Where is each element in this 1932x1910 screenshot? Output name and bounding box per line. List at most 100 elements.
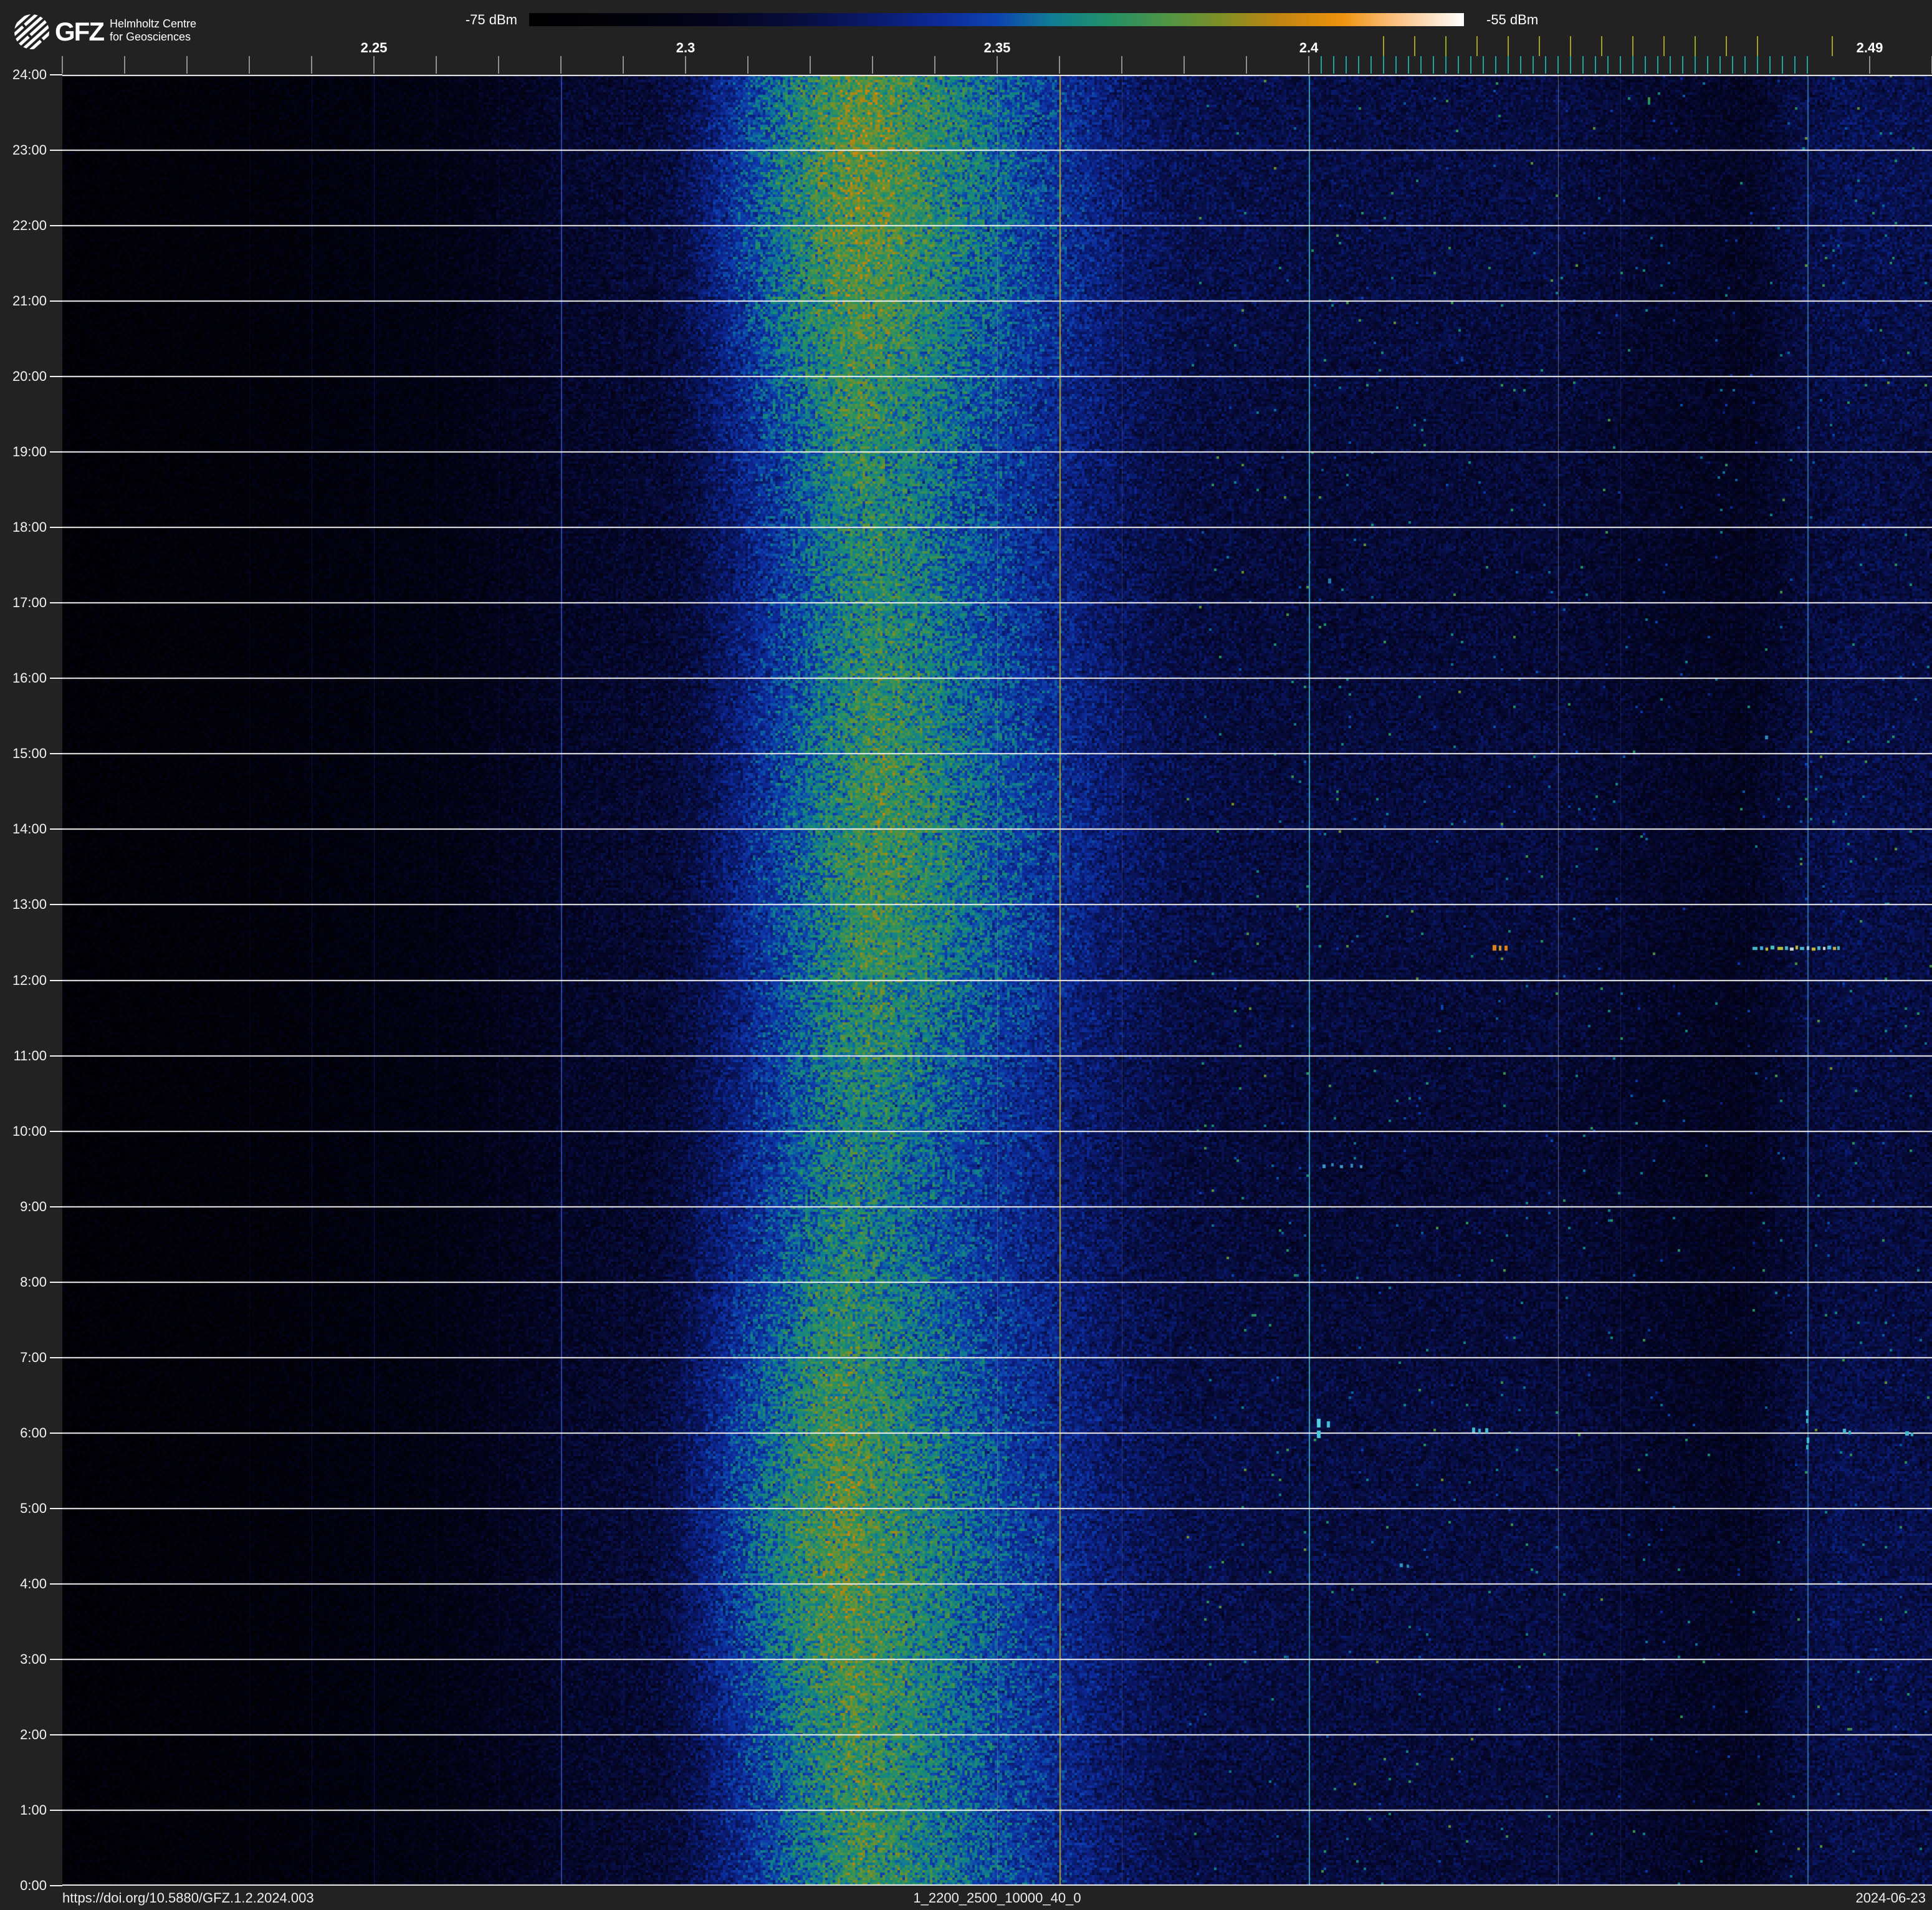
ble-channel-tick (1757, 56, 1758, 74)
freq-major-tick (934, 56, 935, 74)
gfz-wordmark: GFZ (55, 17, 105, 46)
ble-channel-tick (1782, 56, 1783, 74)
time-axis-label: 18:00 (12, 519, 47, 535)
ble-channel-tick (1620, 56, 1621, 74)
ble-channel-tick (1408, 56, 1409, 74)
wifi-channel-tick (1539, 36, 1540, 56)
date-label: 2024-06-23 (1855, 1890, 1926, 1906)
gfz-subtitle: Helmholtz Centre for Geosciences (110, 17, 196, 44)
freq-major-tick (311, 56, 312, 74)
ble-channel-tick (1433, 56, 1434, 74)
ble-channel-tick (1358, 56, 1359, 74)
ble-channel-tick (1545, 56, 1546, 74)
time-tick (50, 979, 62, 981)
time-axis-label: 13:00 (12, 896, 47, 913)
spectrogram-monitor-page: GFZ Helmholtz Centre for Geosciences -75… (0, 0, 1932, 1910)
time-axis-label: 19:00 (12, 444, 47, 460)
gfz-subtitle-line1: Helmholtz Centre (109, 17, 197, 30)
freq-major-tick (373, 56, 375, 74)
time-tick (50, 1432, 62, 1434)
freq-major-tick (436, 56, 437, 74)
wifi-channel-tick (1601, 36, 1602, 56)
wifi-channel-tick (1832, 36, 1833, 56)
wifi-channel-tick (1695, 36, 1696, 56)
time-axis-label: 12:00 (12, 972, 47, 988)
time-axis-label: 11:00 (13, 1047, 47, 1063)
ble-channel-tick (1632, 56, 1633, 74)
time-tick (50, 602, 62, 604)
freq-major-tick (1246, 56, 1247, 74)
freq-axis-label: 2.3 (676, 40, 696, 55)
time-tick (50, 150, 62, 151)
colorbar-min-label: -75 dBm (465, 12, 517, 27)
ble-channel-tick (1769, 56, 1771, 74)
time-axis-label: 20:00 (12, 368, 47, 385)
time-tick (50, 1206, 62, 1207)
freq-major-tick (623, 56, 624, 74)
time-tick (50, 300, 62, 302)
ble-channel-tick (1321, 56, 1322, 74)
freq-major-tick (124, 56, 125, 74)
freq-major-tick (1184, 56, 1185, 74)
ble-channel-tick (1582, 56, 1584, 74)
ble-channel-tick (1657, 56, 1658, 74)
gfz-subtitle-line2: for Geosciences (109, 31, 191, 43)
time-tick (50, 1507, 62, 1509)
ble-channel-tick (1695, 56, 1696, 74)
time-tick (50, 1885, 62, 1886)
time-tick (50, 451, 62, 453)
freq-axis-label: 2.25 (360, 40, 388, 55)
freq-major-tick (1869, 56, 1870, 74)
time-axis-label: 3:00 (20, 1651, 47, 1667)
ble-channel-tick (1732, 56, 1733, 74)
freq-major-tick (747, 56, 748, 74)
time-tick (50, 74, 62, 75)
freq-major-tick (997, 56, 998, 74)
freq-major-tick (685, 56, 686, 74)
ble-channel-tick (1607, 56, 1609, 74)
time-axis-label: 10:00 (12, 1123, 47, 1139)
time-tick (50, 1734, 62, 1735)
ble-channel-tick (1570, 56, 1571, 74)
ble-channel-tick (1557, 56, 1559, 74)
time-axis-label: 1:00 (20, 1802, 47, 1818)
spectrogram-canvas (62, 75, 1932, 1886)
ble-channel-tick (1383, 56, 1384, 74)
time-tick (50, 753, 62, 755)
ble-channel-tick (1520, 56, 1521, 74)
ble-channel-tick (1719, 56, 1721, 74)
freq-major-tick (560, 56, 562, 74)
time-tick (50, 376, 62, 378)
colorbar-gradient (529, 13, 1464, 26)
wifi-channel-tick (1476, 36, 1478, 56)
wifi-channel-tick (1414, 36, 1415, 56)
ble-channel-tick (1495, 56, 1496, 74)
time-axis-label: 24:00 (12, 67, 47, 82)
time-axis-label: 0:00 (20, 1878, 47, 1893)
time-axis-label: 22:00 (12, 218, 47, 234)
wifi-channel-tick (1508, 36, 1509, 56)
ble-channel-tick (1346, 56, 1347, 74)
time-tick (50, 904, 62, 906)
ble-channel-tick (1645, 56, 1646, 74)
ble-channel-tick (1533, 56, 1534, 74)
wifi-channel-tick (1570, 36, 1571, 56)
time-tick (50, 1658, 62, 1660)
time-axis-label: 5:00 (20, 1500, 47, 1516)
freq-axis-label: 2.4 (1299, 40, 1319, 55)
freq-major-tick (249, 56, 250, 74)
freq-major-tick (498, 56, 499, 74)
wifi-channel-tick (1663, 36, 1665, 56)
time-tick (50, 225, 62, 227)
freq-major-tick (1059, 56, 1060, 74)
time-axis-label: 23:00 (12, 142, 47, 158)
freq-major-tick (1308, 56, 1309, 74)
freq-axis-label: 2.35 (983, 40, 1011, 55)
freq-major-tick (186, 56, 188, 74)
doi-link[interactable]: https://doi.org/10.5880/GFZ.1.2.2024.003 (62, 1890, 314, 1906)
wifi-channel-tick (1383, 36, 1384, 56)
colorbar-max-label: -55 dBm (1486, 12, 1539, 27)
time-axis-label: 2:00 (20, 1726, 47, 1742)
wifi-channel-tick (1632, 36, 1633, 56)
ble-channel-tick (1483, 56, 1484, 74)
